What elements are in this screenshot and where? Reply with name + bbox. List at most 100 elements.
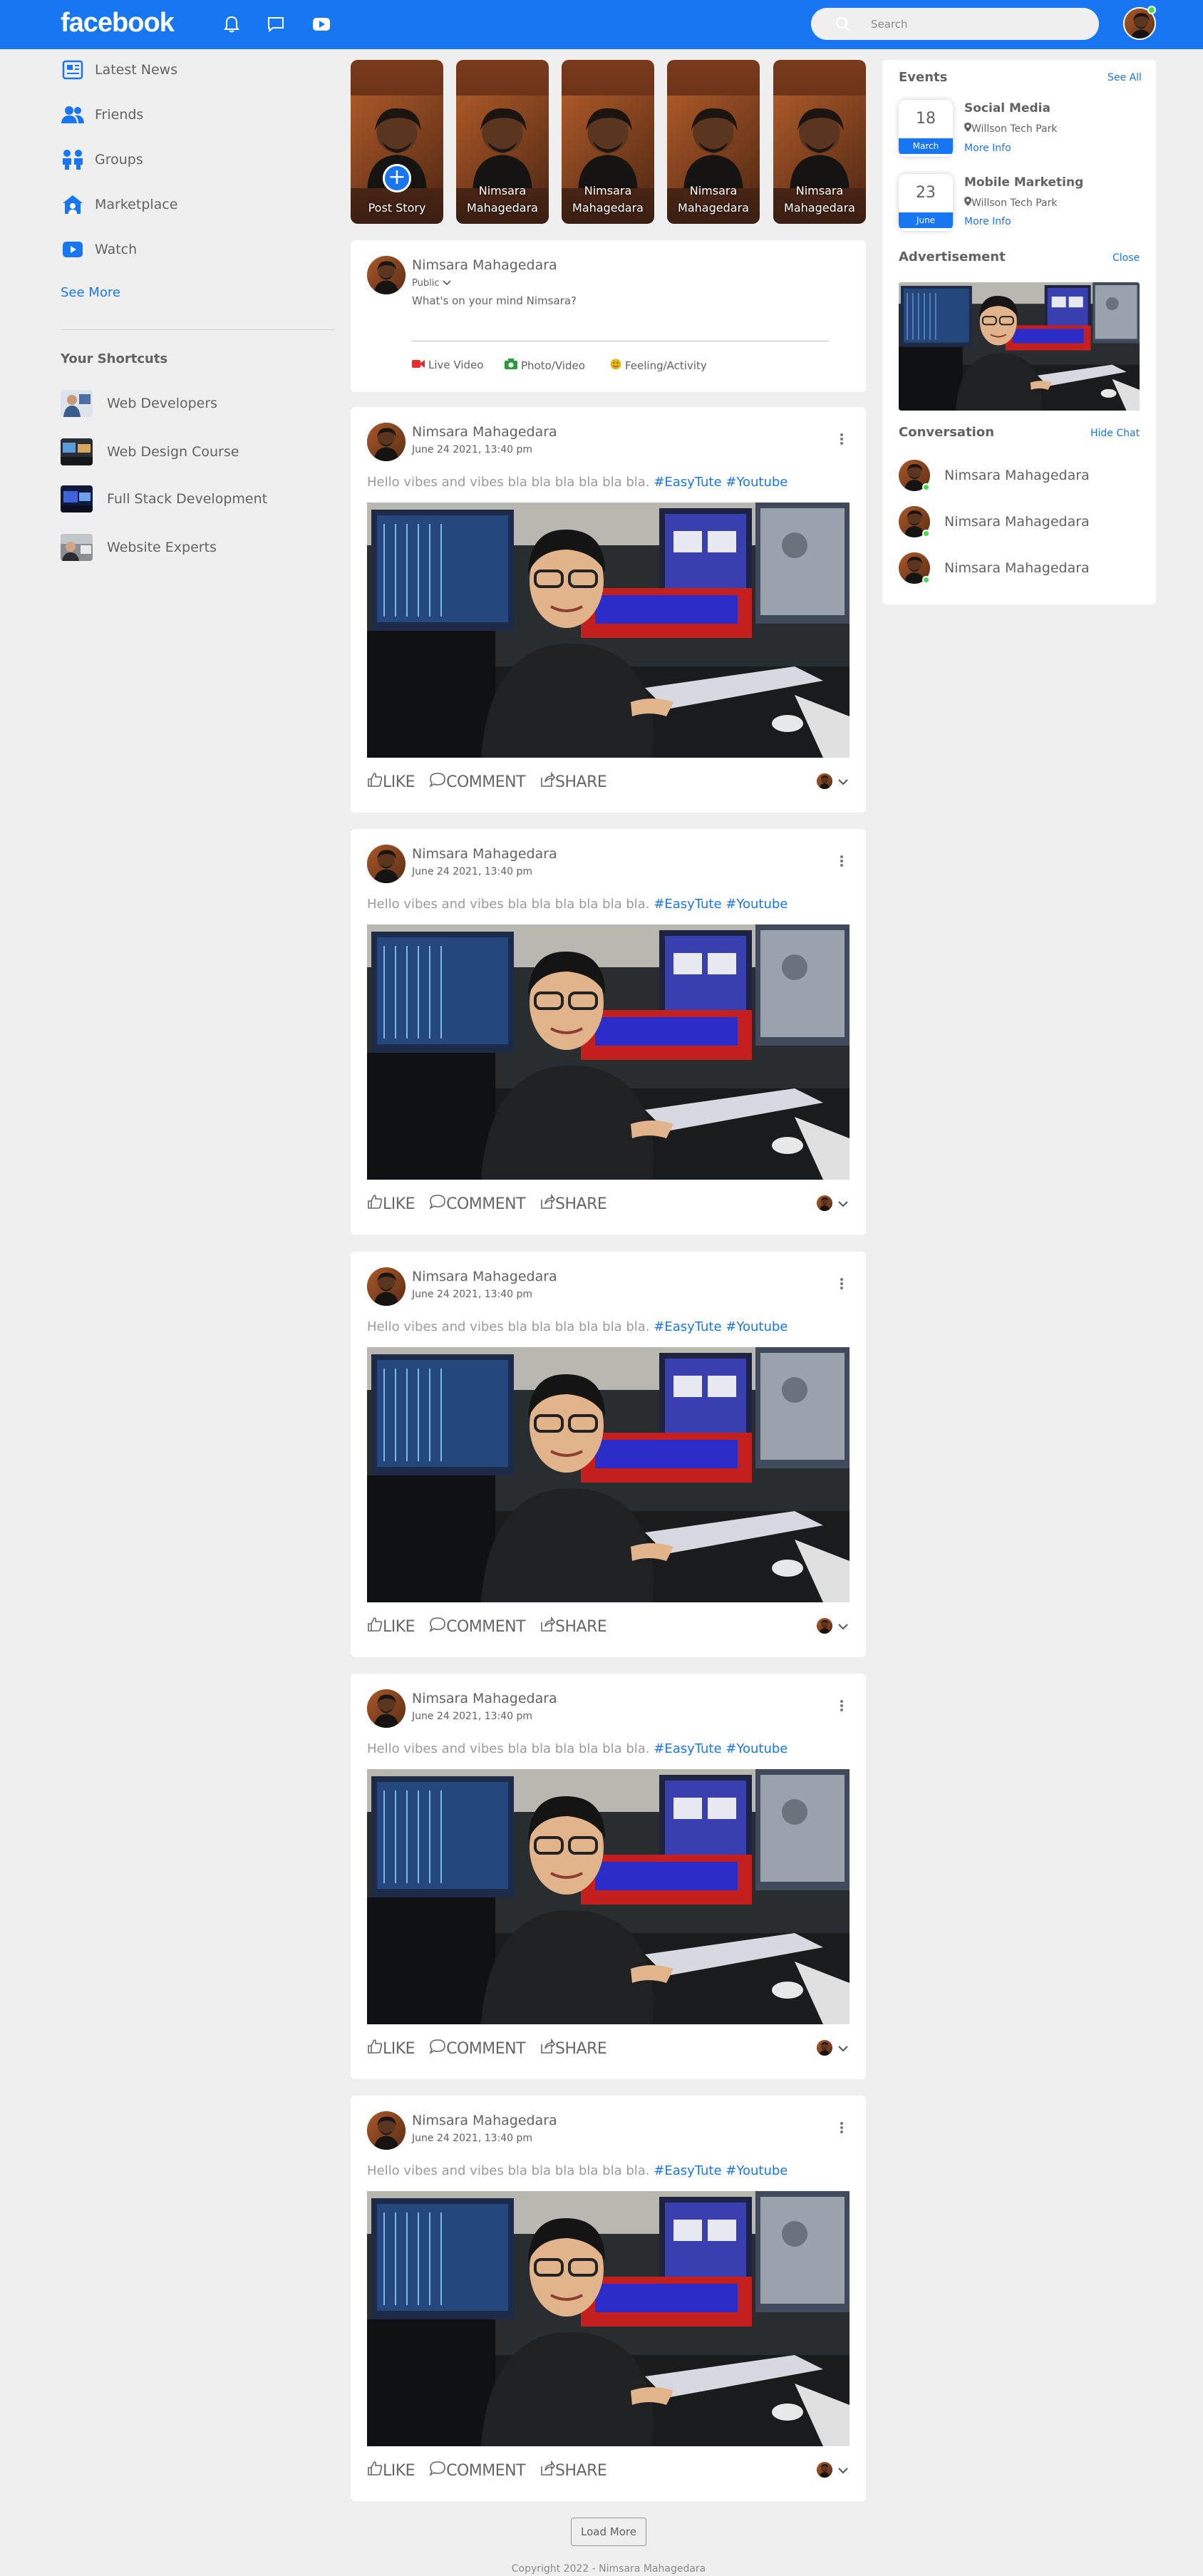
bell-icon[interactable] xyxy=(221,14,242,35)
thumbs-up-icon xyxy=(367,772,383,792)
share-button[interactable]: SHARE xyxy=(539,1616,607,1637)
reaction-selector[interactable] xyxy=(817,2462,848,2478)
post-avatar[interactable] xyxy=(367,2111,406,2150)
search-input[interactable] xyxy=(871,16,1085,33)
more-options-icon[interactable] xyxy=(840,432,844,446)
comment-button[interactable]: COMMENT xyxy=(429,1617,526,1637)
story-card[interactable]: Nimsara Mahagedara xyxy=(667,60,760,224)
post-image[interactable] xyxy=(367,2191,850,2446)
shortcut-web-design-course[interactable]: Web Design Course xyxy=(61,438,239,466)
sidebar-item-friends[interactable]: Friends xyxy=(61,101,143,129)
hide-chat-link[interactable]: Hide Chat xyxy=(1090,428,1140,439)
event-location: Willson Tech Park xyxy=(964,197,1057,209)
post-hashtags[interactable]: #EasyTute #Youtube xyxy=(654,1319,788,1334)
live-video-option[interactable]: Live Video xyxy=(412,359,483,371)
share-button[interactable]: SHARE xyxy=(539,2460,607,2480)
composer-input[interactable]: What's on your mind Nimsara? xyxy=(412,294,577,307)
comment-button[interactable]: COMMENT xyxy=(429,772,526,792)
event-more-info[interactable]: More Info xyxy=(964,216,1011,227)
share-button[interactable]: SHARE xyxy=(539,2038,607,2059)
comment-button[interactable]: COMMENT xyxy=(429,1194,526,1214)
load-more-button[interactable]: Load More xyxy=(571,2518,646,2546)
add-story-icon[interactable]: + xyxy=(383,164,411,192)
reaction-selector[interactable] xyxy=(817,2040,848,2056)
events-title: Events xyxy=(899,70,948,85)
more-options-icon[interactable] xyxy=(840,1277,844,1291)
event-more-info[interactable]: More Info xyxy=(964,143,1011,154)
post-hashtags[interactable]: #EasyTute #Youtube xyxy=(654,2163,788,2178)
post-image[interactable] xyxy=(367,503,850,758)
feeling-activity-option[interactable]: Feeling/Activity xyxy=(610,359,707,373)
post-image[interactable] xyxy=(367,924,850,1180)
photo-video-option[interactable]: Photo/Video xyxy=(505,359,585,372)
reaction-selector[interactable] xyxy=(817,1195,848,1211)
post-author[interactable]: Nimsara Mahagedara xyxy=(412,846,557,862)
more-options-icon[interactable] xyxy=(840,1699,844,1713)
see-more-link[interactable]: See More xyxy=(61,285,120,300)
post-author[interactable]: Nimsara Mahagedara xyxy=(412,1691,557,1706)
post-hashtags[interactable]: #EasyTute #Youtube xyxy=(654,897,788,912)
see-all-link[interactable]: See All xyxy=(1108,72,1142,83)
sidebar-item-groups[interactable]: Groups xyxy=(61,145,143,174)
post-author[interactable]: Nimsara Mahagedara xyxy=(412,2113,557,2128)
post-avatar[interactable] xyxy=(367,1689,406,1728)
sidebar-item-label: Groups xyxy=(95,152,143,168)
post-avatar[interactable] xyxy=(367,845,406,883)
post-card: Nimsara Mahagedara June 24 2021, 13:40 p… xyxy=(351,829,866,1235)
conversation-item[interactable]: Nimsara Mahagedara xyxy=(899,505,1090,538)
post-text: Hello vibes and vibes bla bla bla bla bl… xyxy=(367,475,788,490)
story-label: Nimsara Mahagedara xyxy=(467,184,538,215)
post-image[interactable] xyxy=(367,1347,850,1602)
more-options-icon[interactable] xyxy=(840,2121,844,2135)
post-date: June 24 2021, 13:40 pm xyxy=(412,1289,533,1300)
comment-icon xyxy=(429,1617,446,1637)
comment-button[interactable]: COMMENT xyxy=(429,2461,526,2480)
video-icon[interactable] xyxy=(311,14,332,35)
shortcut-website-experts[interactable]: Website Experts xyxy=(61,533,217,562)
like-label: LIKE xyxy=(383,1195,415,1213)
like-button[interactable]: LIKE xyxy=(367,772,415,792)
share-button[interactable]: SHARE xyxy=(539,1193,607,1214)
conversation-item[interactable]: Nimsara Mahagedara xyxy=(899,459,1090,492)
story-post[interactable]: + Post Story xyxy=(351,60,443,224)
like-label: LIKE xyxy=(383,773,415,791)
camera-icon xyxy=(505,359,517,372)
facebook-logo[interactable]: facebook xyxy=(61,8,175,38)
story-card[interactable]: Nimsara Mahagedara xyxy=(456,60,549,224)
sidebar-item-latest-news[interactable]: Latest News xyxy=(61,56,177,84)
story-card[interactable]: Nimsara Mahagedara xyxy=(562,60,654,224)
shortcut-thumbnail xyxy=(61,390,93,417)
reaction-selector[interactable] xyxy=(817,773,848,789)
shortcut-full-stack-development[interactable]: Full Stack Development xyxy=(61,485,267,513)
reaction-selector[interactable] xyxy=(817,1618,848,1634)
conversation-item[interactable]: Nimsara Mahagedara xyxy=(899,552,1090,584)
composer-avatar[interactable] xyxy=(367,256,406,294)
post-hashtags[interactable]: #EasyTute #Youtube xyxy=(654,1741,788,1756)
more-options-icon[interactable] xyxy=(840,854,844,868)
like-button[interactable]: LIKE xyxy=(367,2039,415,2059)
post-author[interactable]: Nimsara Mahagedara xyxy=(412,424,557,440)
sidebar-item-marketplace[interactable]: Marketplace xyxy=(61,190,177,219)
post-author[interactable]: Nimsara Mahagedara xyxy=(412,1269,557,1284)
chat-icon[interactable] xyxy=(265,14,286,35)
reaction-avatar xyxy=(817,773,832,789)
conversation-title: Conversation xyxy=(899,425,995,440)
like-button[interactable]: LIKE xyxy=(367,2461,415,2480)
close-ad-link[interactable]: Close xyxy=(1112,252,1140,264)
like-button[interactable]: LIKE xyxy=(367,1617,415,1637)
story-card[interactable]: Nimsara Mahagedara xyxy=(773,60,866,224)
privacy-selector[interactable]: Public xyxy=(412,278,451,289)
share-button[interactable]: SHARE xyxy=(539,771,607,792)
post-avatar[interactable] xyxy=(367,1267,406,1306)
like-button[interactable]: LIKE xyxy=(367,1194,415,1214)
post-image[interactable] xyxy=(367,1769,850,2024)
search-box[interactable] xyxy=(811,8,1099,40)
advertisement-image[interactable] xyxy=(899,282,1140,411)
comment-button[interactable]: COMMENT xyxy=(429,2039,526,2059)
shortcut-web-developers[interactable]: Web Developers xyxy=(61,389,217,418)
sidebar-item-watch[interactable]: Watch xyxy=(61,235,137,264)
post-hashtags[interactable]: #EasyTute #Youtube xyxy=(654,475,788,490)
event-location: Willson Tech Park xyxy=(964,123,1057,135)
post-avatar[interactable] xyxy=(367,423,406,461)
option-label: Live Video xyxy=(428,359,484,371)
